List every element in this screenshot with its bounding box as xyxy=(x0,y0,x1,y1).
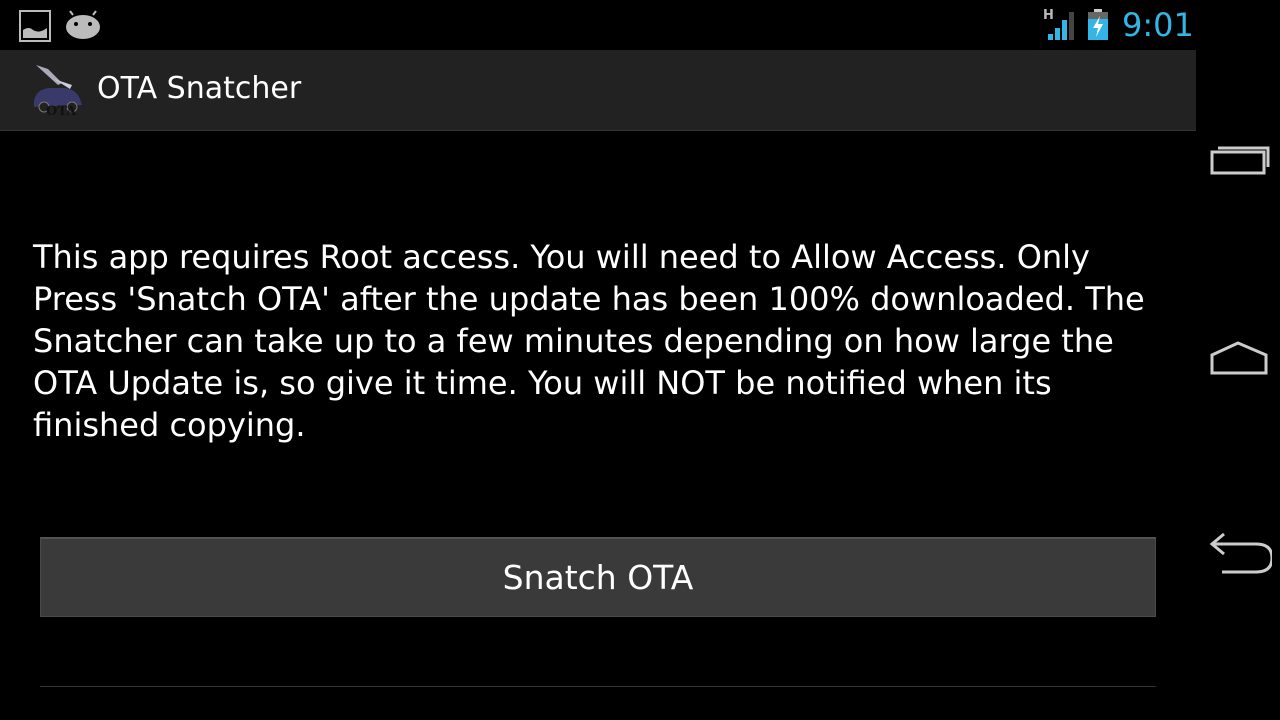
home-icon[interactable] xyxy=(1206,335,1272,385)
app-icon[interactable]: OTA xyxy=(28,61,86,119)
status-bar: H 9:01 xyxy=(0,0,1196,50)
divider xyxy=(40,686,1156,687)
recent-apps-icon[interactable] xyxy=(1206,135,1272,185)
svg-text:OTA: OTA xyxy=(46,104,77,119)
back-icon[interactable] xyxy=(1206,530,1272,580)
navigation-bar xyxy=(1196,0,1280,720)
signal-icon xyxy=(1048,12,1074,40)
battery-charging-icon xyxy=(1088,9,1108,40)
android-icon xyxy=(66,10,100,39)
root-access-description: This app requires Root access. You will … xyxy=(33,238,1145,444)
action-bar: OTA OTA Snatcher xyxy=(0,50,1196,131)
app-title: OTA Snatcher xyxy=(97,71,302,106)
clock: 9:01 xyxy=(1122,6,1194,44)
snatch-ota-button[interactable]: Snatch OTA xyxy=(40,537,1156,617)
gallery-icon xyxy=(19,10,51,42)
